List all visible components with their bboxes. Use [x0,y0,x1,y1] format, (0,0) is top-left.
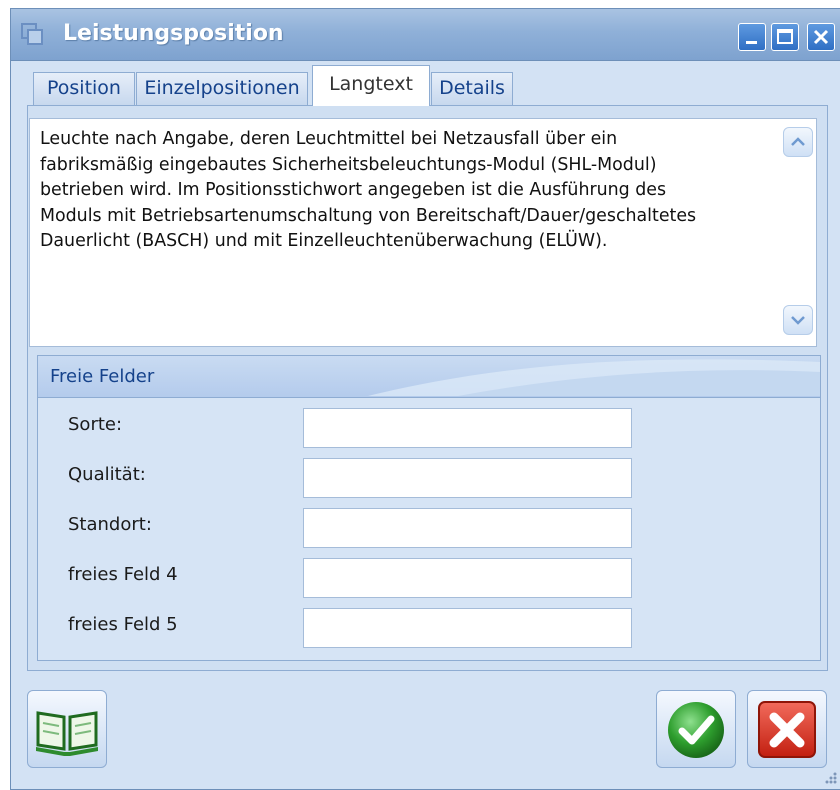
app-icon [21,23,43,45]
checkmark-icon [668,702,724,758]
freies-feld-5-field[interactable] [303,608,632,648]
longtext-content: Leuchte nach Angabe, deren Leuchtmittel … [40,127,770,255]
header-swoosh [368,359,820,396]
title-bar[interactable]: Leistungsposition [11,9,840,61]
standort-field[interactable] [303,508,632,548]
label-freies-feld-5: freies Feld 5 [68,614,178,635]
chevron-down-icon [791,316,805,325]
label-sorte: Sorte: [68,414,123,435]
book-button[interactable] [27,690,107,768]
cancel-button[interactable] [747,690,827,768]
close-button[interactable] [807,23,835,51]
longtext-line: Moduls mit Betriebsartenumschaltung von … [40,205,697,226]
label-freies-feld-4: freies Feld 4 [68,564,178,585]
label-qualitaet: Qualität: [68,464,146,485]
maximize-icon [777,29,793,44]
chevron-up-icon [791,137,805,146]
longtext-line: betrieben wird. Im Positionsstichwort an… [40,180,667,200]
book-icon [36,711,98,756]
resize-grip-icon[interactable] [819,770,839,790]
tab-einzelpositionen[interactable]: Einzelpositionen [136,72,308,105]
group-title: Freie Felder [50,366,155,387]
longtext-textarea[interactable]: Leuchte nach Angabe, deren Leuchtmittel … [29,118,817,347]
tab-details[interactable]: Details [431,72,513,105]
longtext-line: fabriksmäßig eingebautes Sicherheitsbele… [40,154,657,175]
cross-icon [758,701,816,758]
close-icon [813,29,829,45]
scroll-down-button[interactable] [783,305,813,335]
window-title: Leistungsposition [63,21,284,46]
label-standort: Standort: [68,514,152,535]
freies-feld-4-field[interactable] [303,558,632,598]
scroll-up-button[interactable] [783,127,813,157]
tab-langtext[interactable]: Langtext [312,65,430,106]
longtext-line: Leuchte nach Angabe, deren Leuchtmittel … [40,129,618,149]
sorte-field[interactable] [303,408,632,448]
minimize-button[interactable] [738,23,766,51]
ok-button[interactable] [656,690,736,768]
longtext-line: Dauerlicht (BASCH) und mit Einzelleuchte… [40,231,608,251]
maximize-button[interactable] [771,23,799,51]
qualitaet-field[interactable] [303,458,632,498]
tab-position[interactable]: Position [33,72,135,105]
group-header[interactable]: Freie Felder [38,356,820,398]
minimize-icon [746,41,757,44]
